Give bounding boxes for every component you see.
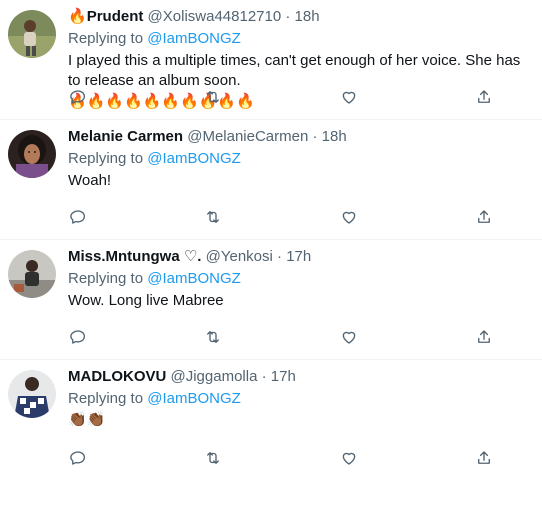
like-button[interactable] <box>339 207 359 227</box>
tweet-content: Miss.Mntungwa ♡. @Yenkosi · 17h Replying… <box>68 247 534 311</box>
timestamp[interactable]: 17h <box>286 248 311 265</box>
share-icon <box>478 330 490 343</box>
tweet-actions <box>68 207 512 227</box>
reply-button[interactable] <box>68 87 88 107</box>
retweet-icon <box>207 452 219 464</box>
reply-button[interactable] <box>68 448 88 468</box>
display-name[interactable]: Miss.Mntungwa ♡. <box>68 248 201 265</box>
replying-to-label: Replying to <box>68 270 144 287</box>
display-name[interactable]: Prudent <box>87 8 144 25</box>
share-icon <box>478 90 490 103</box>
replying-to-label: Replying to <box>68 390 144 407</box>
tweet-emojis: 👏🏾👏🏾 <box>68 411 106 428</box>
separator: · <box>312 128 318 145</box>
tweet-text: Wow. Long live Mabree <box>68 292 224 309</box>
reply-tweet[interactable]: Melanie Carmen @MelanieCarmen · 18h Repl… <box>0 120 542 240</box>
reply-tweet[interactable]: 🔥Prudent @Xoliswa44812710 · 18h Replying… <box>0 0 542 120</box>
replying-to: Replying to @IamBONGZ <box>68 29 534 49</box>
reply-icon <box>70 210 86 224</box>
user-handle[interactable]: @MelanieCarmen <box>187 128 308 145</box>
timestamp[interactable]: 18h <box>322 128 347 145</box>
avatar[interactable] <box>8 370 56 418</box>
tweet-text: I played this a multiple times, can't ge… <box>68 52 521 89</box>
like-icon <box>342 91 356 104</box>
avatar[interactable] <box>8 250 56 298</box>
timestamp[interactable]: 17h <box>271 368 296 385</box>
reply-icon <box>70 90 86 104</box>
reply-thread: 🔥Prudent @Xoliswa44812710 · 18h Replying… <box>0 0 542 480</box>
like-icon <box>342 211 356 224</box>
like-icon <box>342 331 356 344</box>
timestamp[interactable]: 18h <box>295 8 320 25</box>
replying-to-label: Replying to <box>68 150 144 167</box>
reply-tweet[interactable]: MADLOKOVU @Jiggamolla · 17h Replying to … <box>0 360 542 480</box>
like-icon <box>342 452 356 465</box>
replying-to: Replying to @IamBONGZ <box>68 269 534 289</box>
tweet-actions <box>68 327 512 347</box>
replying-to: Replying to @IamBONGZ <box>68 389 534 409</box>
retweet-button[interactable] <box>203 87 223 107</box>
tweet-content: Melanie Carmen @MelanieCarmen · 18h Repl… <box>68 127 534 191</box>
like-button[interactable] <box>339 327 359 347</box>
display-name[interactable]: MADLOKOVU <box>68 368 166 385</box>
reply-button[interactable] <box>68 207 88 227</box>
tweet-header: MADLOKOVU @Jiggamolla · 17h <box>68 367 534 387</box>
retweet-button[interactable] <box>203 327 223 347</box>
share-button[interactable] <box>474 87 494 107</box>
tweet-actions <box>68 448 512 468</box>
user-handle[interactable]: @Yenkosi <box>206 248 273 265</box>
share-icon <box>478 210 490 223</box>
name-emoji: 🔥 <box>68 8 87 25</box>
retweet-button[interactable] <box>203 207 223 227</box>
replying-to: Replying to @IamBONGZ <box>68 149 534 169</box>
mention-link[interactable]: @IamBONGZ <box>147 270 241 287</box>
replying-to-label: Replying to <box>68 30 144 47</box>
retweet-icon <box>207 91 219 103</box>
tweet-content: MADLOKOVU @Jiggamolla · 17h Replying to … <box>68 367 534 430</box>
mention-link[interactable]: @IamBONGZ <box>147 30 241 47</box>
tweet-header: Miss.Mntungwa ♡. @Yenkosi · 17h <box>68 247 534 267</box>
mention-link[interactable]: @IamBONGZ <box>147 390 241 407</box>
separator: · <box>261 368 267 385</box>
reply-button[interactable] <box>68 327 88 347</box>
separator: · <box>285 8 291 25</box>
separator: · <box>277 248 283 265</box>
display-name[interactable]: Melanie Carmen <box>68 128 183 145</box>
avatar[interactable] <box>8 130 56 178</box>
share-icon <box>478 451 490 464</box>
user-handle[interactable]: @Xoliswa44812710 <box>148 8 282 25</box>
retweet-icon <box>207 211 219 223</box>
tweet-text: Woah! <box>68 172 112 189</box>
reply-icon <box>70 330 86 344</box>
tweet-header: Melanie Carmen @MelanieCarmen · 18h <box>68 127 534 147</box>
reply-tweet[interactable]: Miss.Mntungwa ♡. @Yenkosi · 17h Replying… <box>0 240 542 360</box>
mention-link[interactable]: @IamBONGZ <box>147 150 241 167</box>
like-button[interactable] <box>339 448 359 468</box>
user-handle[interactable]: @Jiggamolla <box>171 368 258 385</box>
avatar[interactable] <box>8 10 56 58</box>
tweet-actions <box>68 87 512 107</box>
share-button[interactable] <box>474 448 494 468</box>
share-button[interactable] <box>474 207 494 227</box>
like-button[interactable] <box>339 87 359 107</box>
retweet-icon <box>207 331 219 343</box>
retweet-button[interactable] <box>203 448 223 468</box>
tweet-header: 🔥Prudent @Xoliswa44812710 · 18h <box>68 7 534 27</box>
share-button[interactable] <box>474 327 494 347</box>
reply-icon <box>70 451 86 465</box>
